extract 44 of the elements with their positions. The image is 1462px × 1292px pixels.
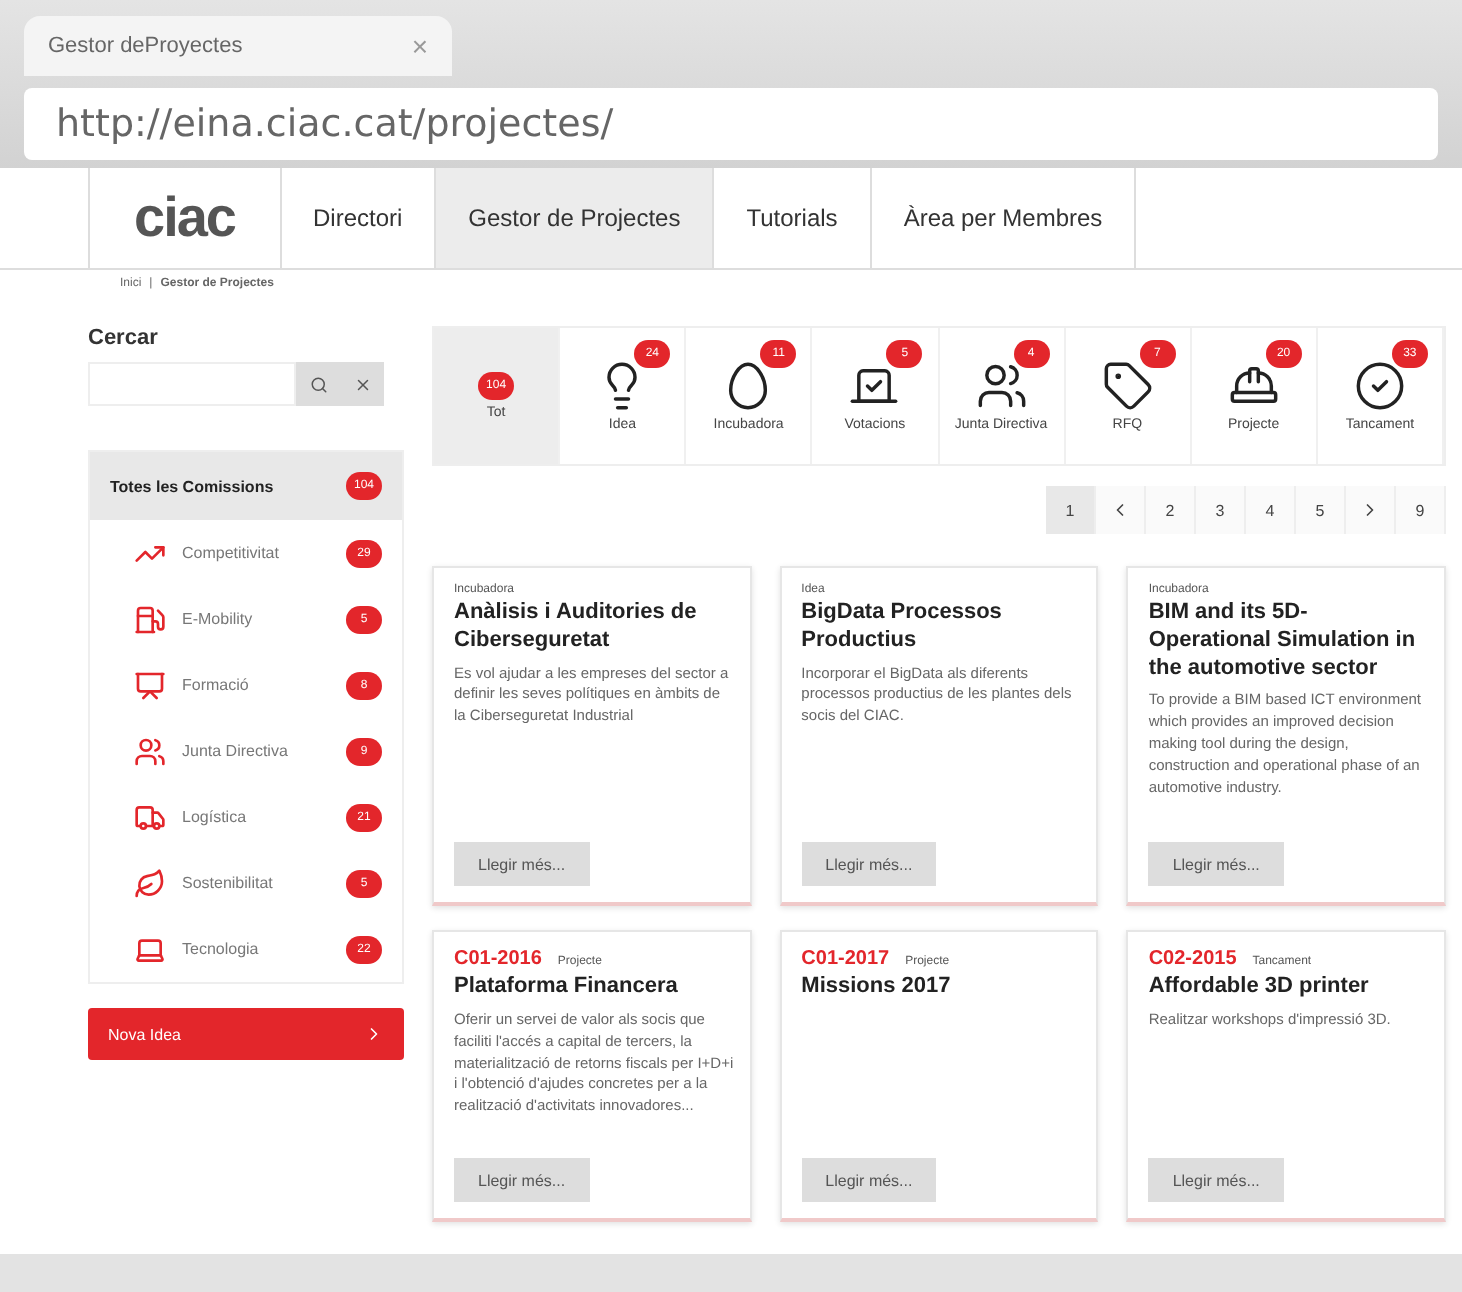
page-button[interactable]: 5 [1296,486,1346,534]
previous-page-button[interactable] [1096,486,1146,534]
search-icon [309,375,327,393]
project-title: Anàlisis i Auditories de Ciberseguretat [454,600,699,655]
browser-tab[interactable]: Gestor deProyectes × [24,16,452,76]
close-icon [353,375,371,393]
project-code: C02-2015 [1148,948,1237,970]
check-circle-icon [1353,359,1406,412]
address-bar[interactable]: http://eina.ciac.cat/projectes/ [24,88,1438,160]
search-heading: Cercar [88,326,160,350]
page-button[interactable]: 1 [1046,486,1096,534]
nav-tab[interactable]: Gestor de Projectes [436,168,715,268]
truck-icon [134,801,166,833]
project-title: BigData Processos Productius [801,600,1004,655]
page-button[interactable]: 2 [1146,486,1196,534]
read-more-button[interactable]: Llegir més... [801,842,937,886]
project-code: C01-2017 [801,948,890,970]
next-page-button[interactable] [1346,486,1396,534]
laptop-icon [134,933,166,965]
page-button[interactable]: 3 [1196,486,1246,534]
tag-icon [1101,359,1154,412]
presentation-board-icon [134,669,166,701]
read-more-button[interactable]: Llegir més... [1148,1158,1284,1202]
search-field[interactable] [88,362,296,406]
people-icon [975,359,1028,412]
page-button[interactable]: 9 [1396,486,1446,534]
read-more-button[interactable]: Llegir més... [1148,842,1284,886]
people-icon [134,735,166,767]
project-title: Missions 2017 [801,974,953,1002]
clear-button[interactable] [340,362,384,406]
tab-title: Gestor deProyectes [48,34,245,58]
read-more-button[interactable]: Llegir més... [454,842,590,886]
read-more-button[interactable]: Llegir més... [454,1158,590,1202]
new-idea-button[interactable]: Nova Idea [88,1008,404,1060]
project-title: BIM and its 5D-Operational Simulation in the automotive sector [1148,600,1418,683]
fuel-pump-icon [134,603,166,635]
nav-tab[interactable]: Directori [281,168,437,268]
project-code: C01-2016 [454,948,542,970]
project-title: Affordable 3D printer [1148,974,1371,1002]
leaf-icon [134,867,166,899]
read-more-button[interactable]: Llegir més... [801,1158,937,1202]
page-button[interactable]: 4 [1246,486,1296,534]
project-title: Plataforma Financera [454,974,680,1002]
search-button[interactable] [296,362,340,406]
